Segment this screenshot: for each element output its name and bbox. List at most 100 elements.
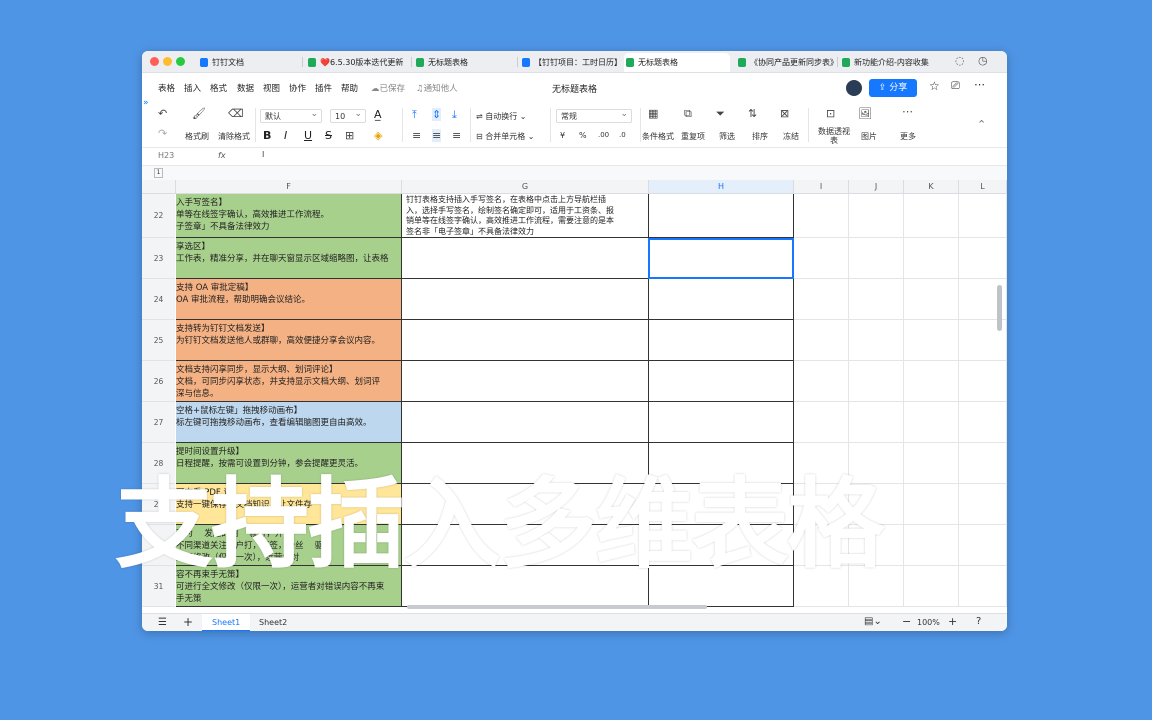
avatar[interactable] (846, 80, 862, 96)
cell-j26[interactable] (849, 361, 904, 402)
format-painter-icon[interactable]: 🖌 (192, 107, 206, 120)
cell-g27[interactable] (402, 402, 649, 443)
cell-f22[interactable]: 入手写签名】 单等在线签字确认，高效推进工作流程。 子签章」不具备法律效力 (176, 194, 402, 238)
col-header-j[interactable]: J (849, 180, 904, 194)
col-header-f[interactable]: F (176, 180, 402, 194)
more-icon[interactable]: ⋯ (902, 105, 913, 118)
cell-h25[interactable] (649, 320, 794, 361)
underline-icon[interactable]: U (304, 129, 312, 142)
cell-l23[interactable] (959, 238, 1007, 279)
cell-k23[interactable] (904, 238, 959, 279)
cell-i26[interactable] (794, 361, 849, 402)
cell-reference[interactable]: H23 (158, 151, 174, 160)
cell-g22[interactable]: 钉钉表格支持插入手写签名，在表格中点击上方导航栏插 入，选择手写签名，绘制签名确定… (402, 194, 649, 238)
cell-i22[interactable] (794, 194, 849, 238)
sort-label[interactable]: 排序 (752, 131, 768, 142)
cell-k28[interactable] (904, 443, 959, 484)
tab-untitled-sheet-active[interactable]: 无标题表格 (624, 53, 730, 72)
loading-icon[interactable]: ◌ (955, 54, 965, 67)
cell-k22[interactable] (904, 194, 959, 238)
cell-k29[interactable] (904, 484, 959, 525)
cell-l27[interactable] (959, 402, 1007, 443)
row-header-23[interactable]: 23 (142, 238, 175, 279)
star-icon[interactable]: ☆ (929, 79, 940, 93)
font-color-icon[interactable]: A̲ (374, 108, 382, 121)
cell-k31[interactable] (904, 566, 959, 607)
row-header-24[interactable]: 24 (142, 279, 175, 320)
conditional-format-label[interactable]: 条件格式 (642, 131, 674, 142)
cell-l22[interactable] (959, 194, 1007, 238)
tab-collab-sync[interactable]: 《协同产品更新同步表》 (736, 53, 834, 72)
col-header-h[interactable]: H (649, 180, 794, 194)
minimize-window-dot[interactable] (163, 57, 172, 66)
filter-label[interactable]: 筛选 (719, 131, 735, 142)
row-header-22[interactable]: 22 (142, 194, 175, 238)
tab-dingtalk-docs[interactable]: 钉钉文档 (198, 53, 298, 72)
wrap-text-button[interactable]: ⇌ 自动换行 ⌄ (476, 111, 527, 122)
cell-j24[interactable] (849, 279, 904, 320)
history-icon[interactable]: ◷ (978, 54, 988, 67)
align-bottom-icon[interactable]: ⤓ (452, 108, 457, 122)
filter-icon[interactable]: ⏷ (716, 107, 725, 121)
more-menu-icon[interactable]: ⋯ (974, 78, 985, 91)
help-icon[interactable]: ? (976, 616, 981, 627)
tab-new-feature[interactable]: 新功能介绍-内容收集 (840, 53, 940, 72)
cell-g26[interactable] (402, 361, 649, 402)
font-size-select[interactable]: 10 (330, 107, 366, 123)
cell-h22[interactable] (649, 194, 794, 238)
row-header-25[interactable]: 25 (142, 320, 175, 361)
pivot-table-icon[interactable]: ⊡ (826, 107, 835, 120)
col-header-k[interactable]: K (904, 180, 959, 194)
align-left-icon[interactable]: ≡ (412, 129, 421, 142)
col-header-i[interactable]: I (794, 180, 849, 194)
cell-g24[interactable] (402, 279, 649, 320)
freeze-label[interactable]: 冻结 (783, 131, 799, 142)
cell-f23[interactable]: 享选区】 工作表，精准分享，并在聊天窗显示区域缩略图，让表格 (176, 238, 402, 279)
cell-h27[interactable] (649, 402, 794, 443)
italic-icon[interactable]: I (284, 129, 287, 142)
cell-i27[interactable] (794, 402, 849, 443)
font-name-select[interactable]: 默认 (260, 107, 322, 123)
cell-k27[interactable] (904, 402, 959, 443)
align-center-icon[interactable]: ≡ (432, 129, 442, 142)
redo-icon[interactable]: ↷ (158, 127, 167, 140)
cell-h26[interactable] (649, 361, 794, 402)
zoom-out-icon[interactable]: − (902, 615, 911, 628)
cell-i23[interactable] (794, 238, 849, 279)
row-header-27[interactable]: 27 (142, 402, 175, 443)
number-format-select[interactable]: 常规 (556, 107, 632, 123)
maximize-window-dot[interactable] (176, 57, 185, 66)
cell-l29[interactable] (959, 484, 1007, 525)
align-right-icon[interactable]: ≡ (452, 129, 461, 142)
cell-l26[interactable] (959, 361, 1007, 402)
cell-i24[interactable] (794, 279, 849, 320)
undo-icon[interactable]: ↶ (158, 107, 167, 120)
cell-l30[interactable] (959, 525, 1007, 566)
more-label[interactable]: 更多 (900, 131, 916, 142)
duplicates-icon[interactable]: ⧉ (684, 107, 692, 121)
cell-k24[interactable] (904, 279, 959, 320)
sort-icon[interactable]: ⇅ (748, 107, 757, 120)
sheet-tab-2[interactable]: Sheet2 (259, 618, 287, 627)
add-sheet-icon[interactable]: + (183, 615, 193, 629)
col-header-l[interactable]: L (959, 180, 1007, 194)
fill-color-icon[interactable]: ◈ (374, 129, 382, 142)
close-window-dot[interactable] (150, 57, 159, 66)
col-header-g[interactable]: G (402, 180, 649, 194)
cell-k30[interactable] (904, 525, 959, 566)
strikethrough-icon[interactable]: S (325, 129, 332, 142)
cell-g25[interactable] (402, 320, 649, 361)
vertical-scrollbar[interactable] (997, 285, 1002, 331)
present-icon[interactable]: ⎚ (951, 79, 960, 93)
freeze-icon[interactable]: ⊠ (780, 107, 789, 120)
cell-f26[interactable]: 文档支持闪享同步，显示大纲、划词评论】 文档，可同步闪享状态，并支持显示文档大纲、… (176, 361, 402, 402)
sheet-list-icon[interactable]: ☰ (158, 617, 167, 628)
expand-sidebar-icon[interactable]: » (143, 98, 149, 108)
collapse-toolbar-icon[interactable]: ⌃ (977, 118, 986, 131)
merge-cells-button[interactable]: ⊟ 合并单元格 ⌄ (476, 131, 535, 142)
row-header-26[interactable]: 26 (142, 361, 175, 402)
cell-l28[interactable] (959, 443, 1007, 484)
freeze-level-1[interactable]: 1 (154, 168, 163, 178)
image-icon[interactable]: 🖼 (858, 107, 872, 120)
align-top-icon[interactable]: ⤒ (412, 108, 417, 122)
